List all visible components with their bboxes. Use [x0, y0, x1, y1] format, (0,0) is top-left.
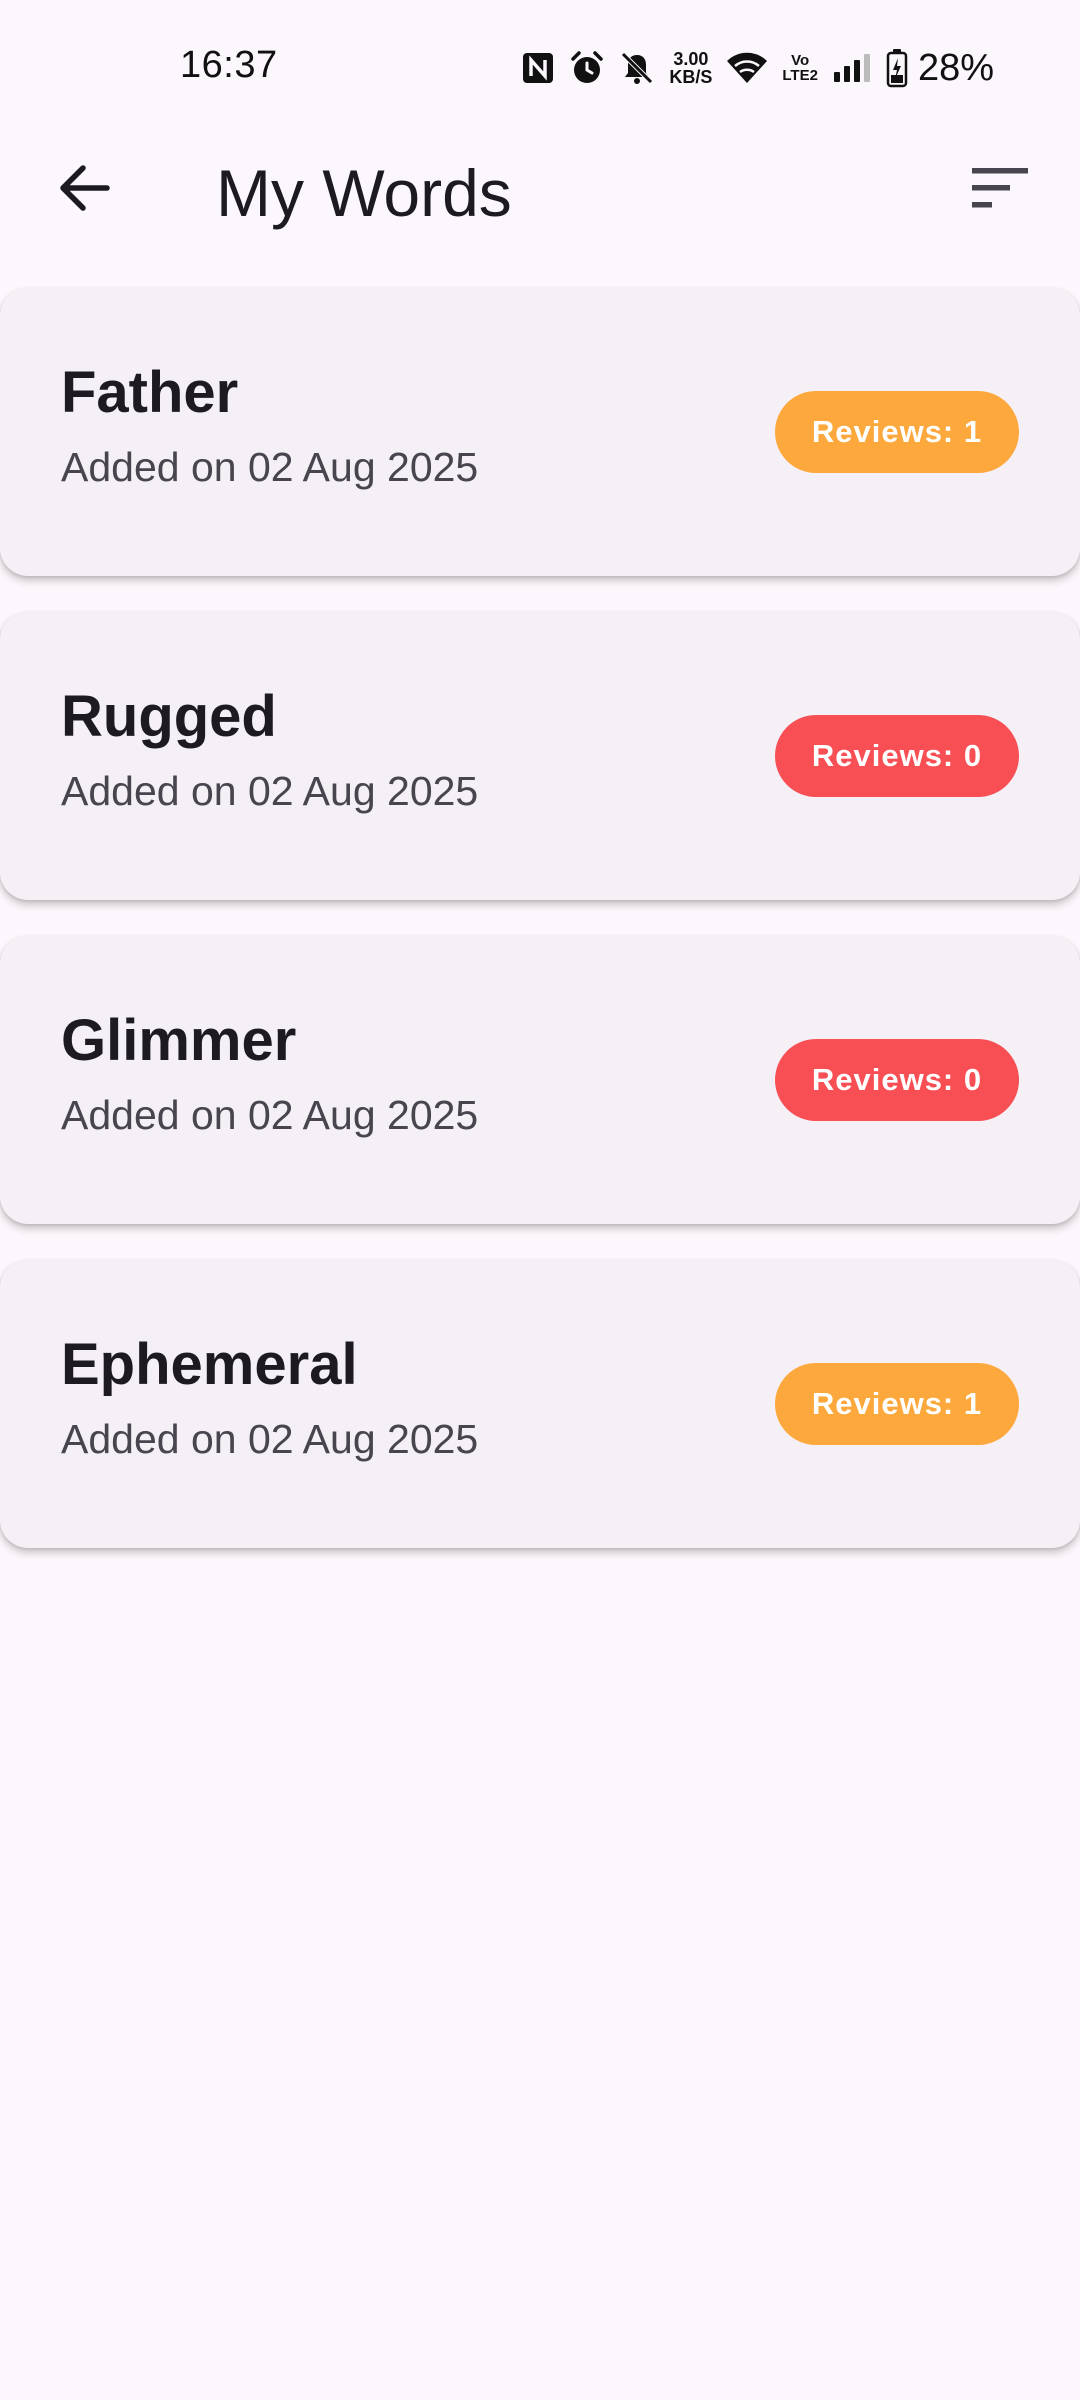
status-time: 16:37: [180, 44, 278, 86]
word-card[interactable]: Rugged Added on 02 Aug 2025 Reviews: 0: [0, 612, 1080, 900]
volte-indicator: Vo LTE2: [782, 53, 818, 83]
word-title: Father: [61, 360, 239, 425]
network-speed-unit: KB/S: [669, 67, 713, 87]
status-bar: 16:37 3.00 KB/S Vo LTE2 28%: [0, 0, 1080, 136]
status-icons: 3.00 KB/S Vo LTE2 28%: [521, 44, 994, 92]
review-count-badge: Reviews: 1: [775, 1363, 1019, 1445]
word-added-date: Added on 02 Aug 2025: [61, 444, 479, 490]
wifi-icon: [726, 51, 768, 85]
word-added-date: Added on 02 Aug 2025: [61, 1092, 479, 1138]
page-title: My Words: [216, 156, 512, 230]
word-title: Rugged: [61, 684, 277, 749]
review-count-badge: Reviews: 1: [775, 391, 1019, 473]
word-added-date: Added on 02 Aug 2025: [61, 768, 479, 814]
arrow-left-icon: [57, 164, 111, 217]
volte-bottom: LTE2: [782, 67, 818, 84]
word-title: Glimmer: [61, 1008, 297, 1073]
word-card[interactable]: Ephemeral Added on 02 Aug 2025 Reviews: …: [0, 1260, 1080, 1548]
word-card[interactable]: Father Added on 02 Aug 2025 Reviews: 1: [0, 288, 1080, 576]
word-added-date: Added on 02 Aug 2025: [61, 1416, 479, 1462]
sort-button[interactable]: [960, 158, 1040, 222]
volte-top: Vo: [791, 52, 810, 69]
mute-bell-icon: [619, 50, 655, 86]
sort-icon: [972, 167, 1028, 213]
word-card[interactable]: Glimmer Added on 02 Aug 2025 Reviews: 0: [0, 936, 1080, 1224]
battery-charging-icon: [886, 48, 908, 88]
back-button[interactable]: [44, 158, 124, 222]
nfc-icon: [521, 51, 555, 85]
alarm-icon: [569, 50, 605, 86]
review-count-badge: Reviews: 0: [775, 1039, 1019, 1121]
network-speed: 3.00 KB/S: [669, 50, 712, 86]
app-bar: My Words: [0, 136, 1080, 236]
battery-percent: 28%: [917, 46, 994, 89]
review-count-badge: Reviews: 0: [775, 715, 1019, 797]
signal-icon: [832, 52, 872, 84]
network-speed-value: 3.00: [673, 49, 709, 69]
word-title: Ephemeral: [61, 1332, 358, 1397]
